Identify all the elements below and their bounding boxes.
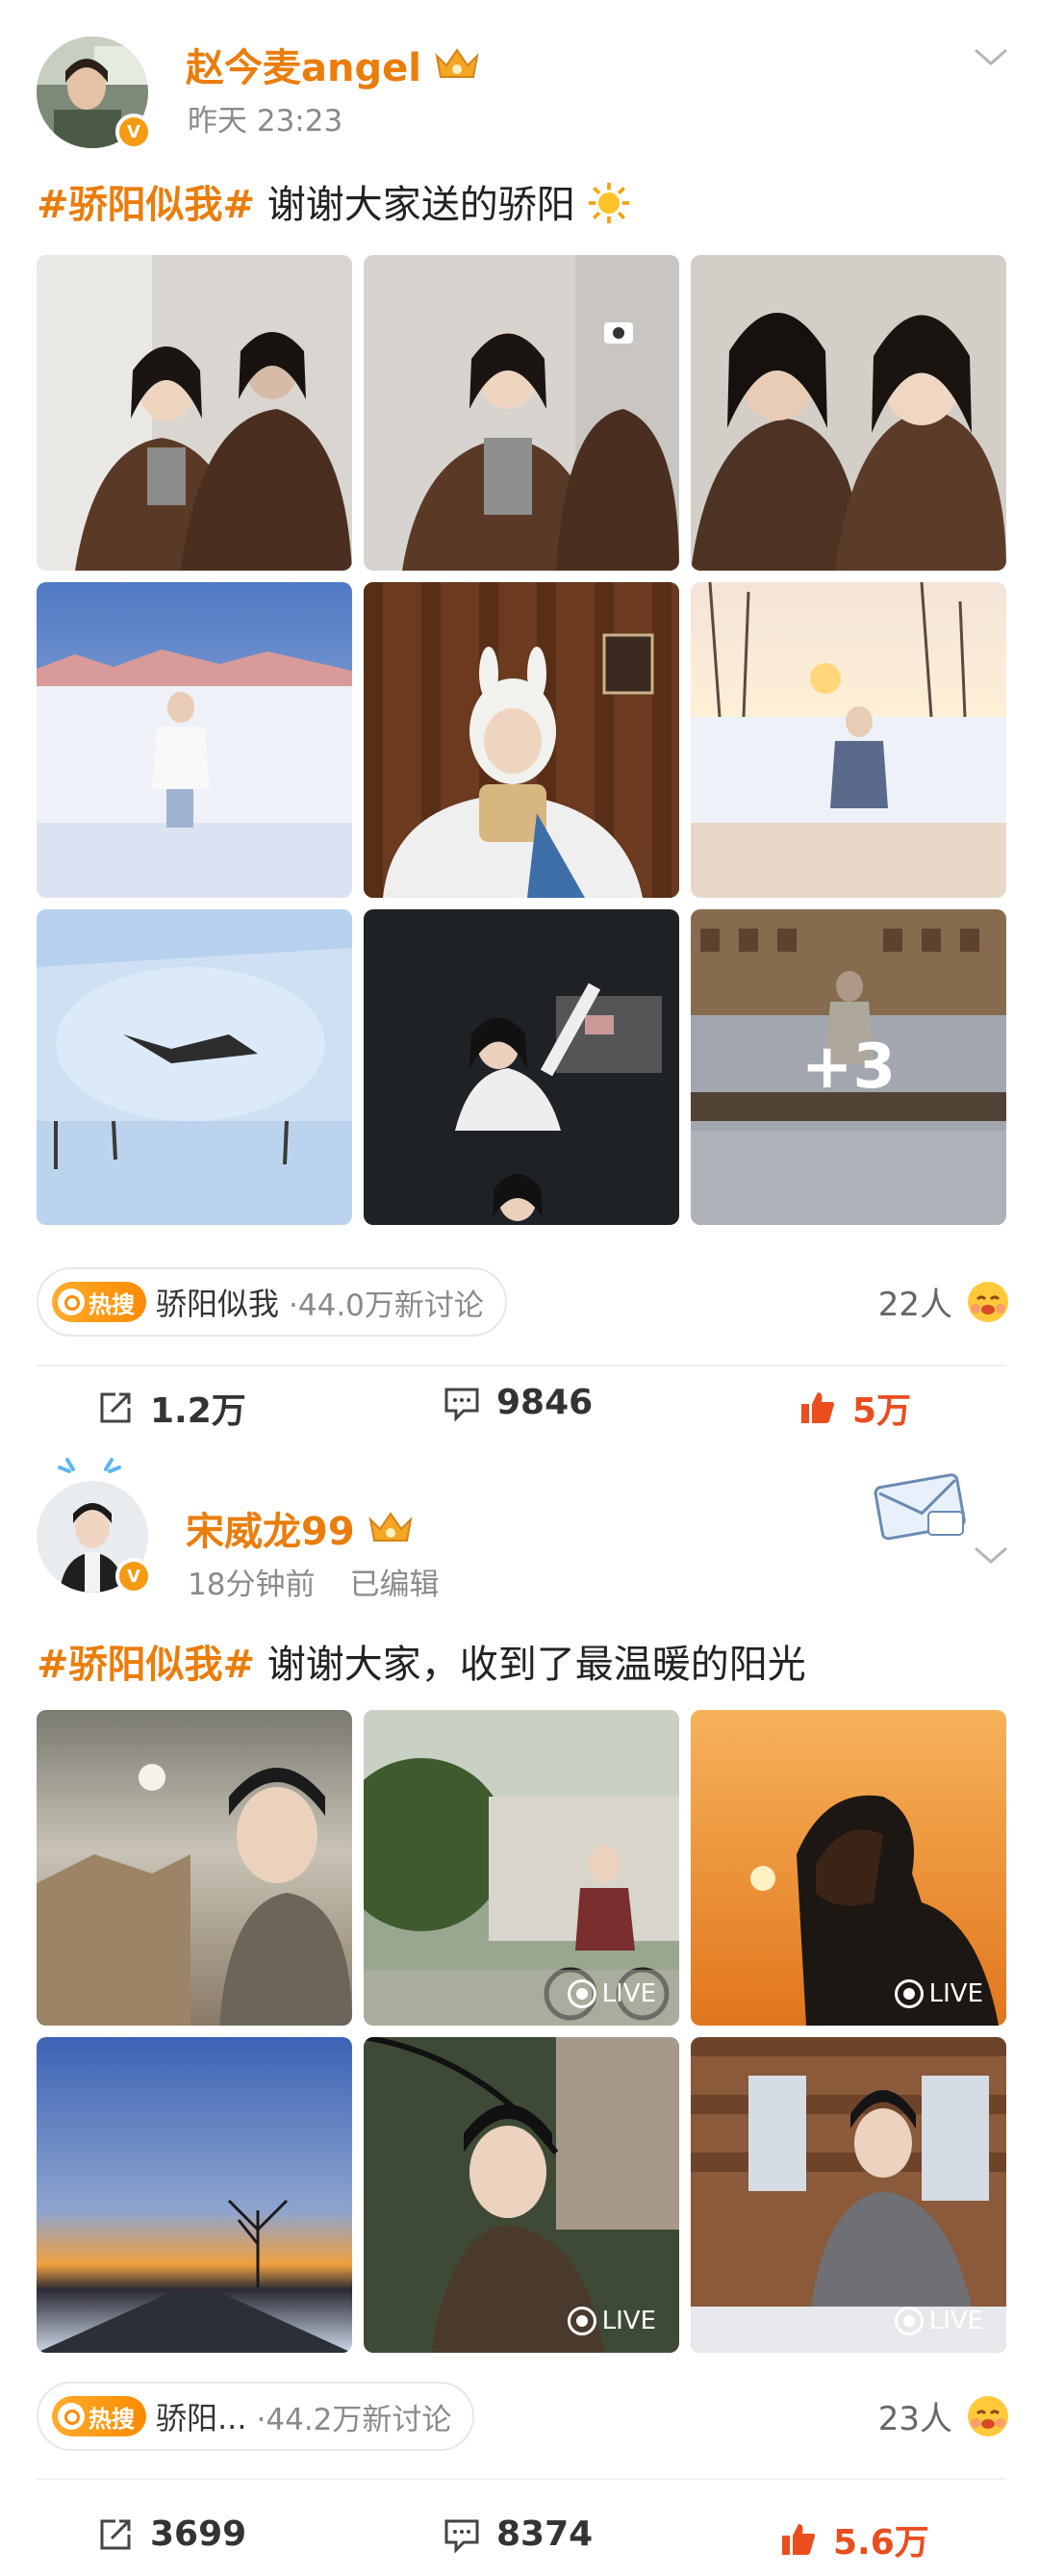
like-icon bbox=[782, 2524, 815, 2555]
live-icon bbox=[894, 2307, 924, 2335]
edited-label[interactable]: 已编辑 bbox=[349, 1560, 439, 1603]
repost-icon bbox=[100, 1392, 131, 1423]
search-icon bbox=[58, 1288, 85, 1315]
divider bbox=[37, 2478, 1006, 2480]
reaction-people[interactable]: 23人 bbox=[878, 2392, 1010, 2439]
post-body: 谢谢大家，收到了最温暖的阳光 bbox=[255, 1643, 806, 1687]
comment-count: 8374 bbox=[496, 2514, 594, 2554]
live-label: LIVE bbox=[601, 1979, 656, 2008]
hashtag-link[interactable]: #骄阳似我# bbox=[37, 1643, 255, 1687]
photo-thumbnail[interactable] bbox=[37, 2037, 352, 2353]
comment-icon bbox=[444, 2519, 479, 2554]
post-meta: 昨天 23:23 bbox=[188, 96, 342, 140]
divider bbox=[37, 1365, 1006, 1366]
post-time: 昨天 23:23 bbox=[188, 104, 343, 139]
crown-icon bbox=[435, 48, 479, 78]
photo-thumbnail[interactable]: LIVE bbox=[691, 1710, 1006, 2026]
post-body: 谢谢大家送的骄阳 bbox=[255, 183, 575, 227]
comment-count: 9846 bbox=[496, 1383, 594, 1422]
reaction-people[interactable]: 22人 bbox=[878, 1278, 1010, 1325]
photo-thumbnail[interactable] bbox=[691, 255, 1006, 571]
photo-thumbnail[interactable] bbox=[364, 582, 679, 898]
more-photos-overlay[interactable]: +3 bbox=[691, 909, 1006, 1225]
photo-thumbnail[interactable] bbox=[37, 255, 352, 571]
username-text: 赵今麦angel bbox=[186, 46, 421, 90]
avatar[interactable]: V bbox=[37, 37, 152, 150]
topic-chip[interactable]: 热搜 骄阳... ·44.2万新讨论 bbox=[37, 2382, 475, 2451]
comment-button[interactable]: 8374 bbox=[443, 2514, 593, 2554]
topic-chip[interactable]: 热搜 骄阳似我 ·44.0万新讨论 bbox=[37, 1267, 507, 1337]
avatar[interactable]: V bbox=[37, 1481, 152, 1594]
photo-thumbnail[interactable] bbox=[364, 909, 679, 1225]
live-badge: LIVE bbox=[894, 2307, 983, 2335]
topic-name: 骄阳似我 bbox=[156, 1286, 280, 1322]
like-icon bbox=[801, 1392, 834, 1423]
like-button[interactable]: 5.6万 bbox=[779, 2514, 929, 2564]
sun-emoji bbox=[589, 182, 630, 224]
repost-count: 1.2万 bbox=[150, 1391, 246, 1431]
chevron-down-icon[interactable] bbox=[972, 46, 1010, 69]
photo-thumbnail[interactable] bbox=[37, 1710, 352, 2026]
photo-thumbnail[interactable] bbox=[691, 582, 1006, 898]
comment-button[interactable]: 9846 bbox=[443, 1383, 593, 1422]
photo-thumbnail[interactable]: LIVE bbox=[364, 1710, 679, 2026]
like-count: 5万 bbox=[852, 1391, 912, 1431]
hot-search-badge: 热搜 bbox=[52, 1282, 146, 1322]
hashtag-link[interactable]: #骄阳似我# bbox=[37, 183, 255, 227]
verified-icon: V bbox=[115, 114, 152, 150]
live-label: LIVE bbox=[928, 2307, 983, 2335]
hot-search-badge: 热搜 bbox=[52, 2396, 146, 2436]
people-count: 23人 bbox=[877, 2400, 952, 2438]
live-icon bbox=[567, 2307, 596, 2335]
envelope-sticker bbox=[874, 1473, 966, 1541]
people-count: 22人 bbox=[877, 1286, 952, 1324]
username[interactable]: 宋威龙99 bbox=[186, 1500, 415, 1556]
live-label: LIVE bbox=[928, 1979, 983, 2008]
topic-discussions: ·44.0万新讨论 bbox=[289, 1288, 484, 1323]
action-bar: 3699 8374 5.6万 bbox=[0, 2514, 1039, 2572]
photo-thumbnail[interactable] bbox=[37, 909, 352, 1225]
live-badge: LIVE bbox=[567, 2307, 656, 2335]
username[interactable]: 赵今麦angel bbox=[186, 37, 481, 92]
live-icon bbox=[894, 1979, 924, 2008]
repost-count: 3699 bbox=[150, 2514, 247, 2554]
repost-button[interactable]: 1.2万 bbox=[96, 1383, 246, 1433]
photo-thumbnail[interactable] bbox=[37, 582, 352, 898]
like-count: 5.6万 bbox=[833, 2523, 929, 2563]
photo-thumbnail[interactable] bbox=[364, 255, 679, 571]
hug-emoji-icon bbox=[968, 1281, 1008, 1322]
live-badge: LIVE bbox=[894, 1979, 983, 2008]
live-label: LIVE bbox=[601, 2307, 656, 2335]
post-text: #骄阳似我# 谢谢大家，收到了最温暖的阳光 bbox=[37, 1633, 806, 1689]
repost-button[interactable]: 3699 bbox=[96, 2514, 246, 2554]
live-badge: LIVE bbox=[567, 1979, 656, 2008]
hot-label: 热搜 bbox=[89, 2405, 135, 2433]
post-time: 18分钟前 bbox=[188, 1568, 316, 1602]
hot-label: 热搜 bbox=[89, 1290, 135, 1318]
post-meta: 18分钟前 已编辑 bbox=[188, 1560, 439, 1603]
hug-emoji-icon bbox=[968, 2395, 1008, 2436]
like-button[interactable]: 5万 bbox=[798, 1383, 911, 1433]
chevron-down-icon[interactable] bbox=[972, 1544, 1010, 1568]
action-bar: 1.2万 9846 5万 bbox=[0, 1383, 1039, 1441]
live-icon bbox=[567, 1979, 596, 2008]
topic-discussions: ·44.2万新讨论 bbox=[256, 2402, 452, 2437]
crown-icon bbox=[368, 1512, 413, 1542]
verified-icon: V bbox=[115, 1558, 152, 1594]
username-text: 宋威龙99 bbox=[186, 1510, 355, 1554]
comment-icon bbox=[444, 1388, 479, 1422]
photo-thumbnail[interactable]: LIVE bbox=[691, 2037, 1006, 2353]
photo-thumbnail[interactable]: +3 bbox=[691, 909, 1006, 1225]
post-text: #骄阳似我# 谢谢大家送的骄阳 bbox=[37, 173, 631, 229]
search-icon bbox=[58, 2403, 85, 2430]
repost-icon bbox=[100, 2519, 131, 2549]
photo-thumbnail[interactable]: LIVE bbox=[364, 2037, 679, 2353]
topic-name: 骄阳... bbox=[156, 2400, 247, 2436]
